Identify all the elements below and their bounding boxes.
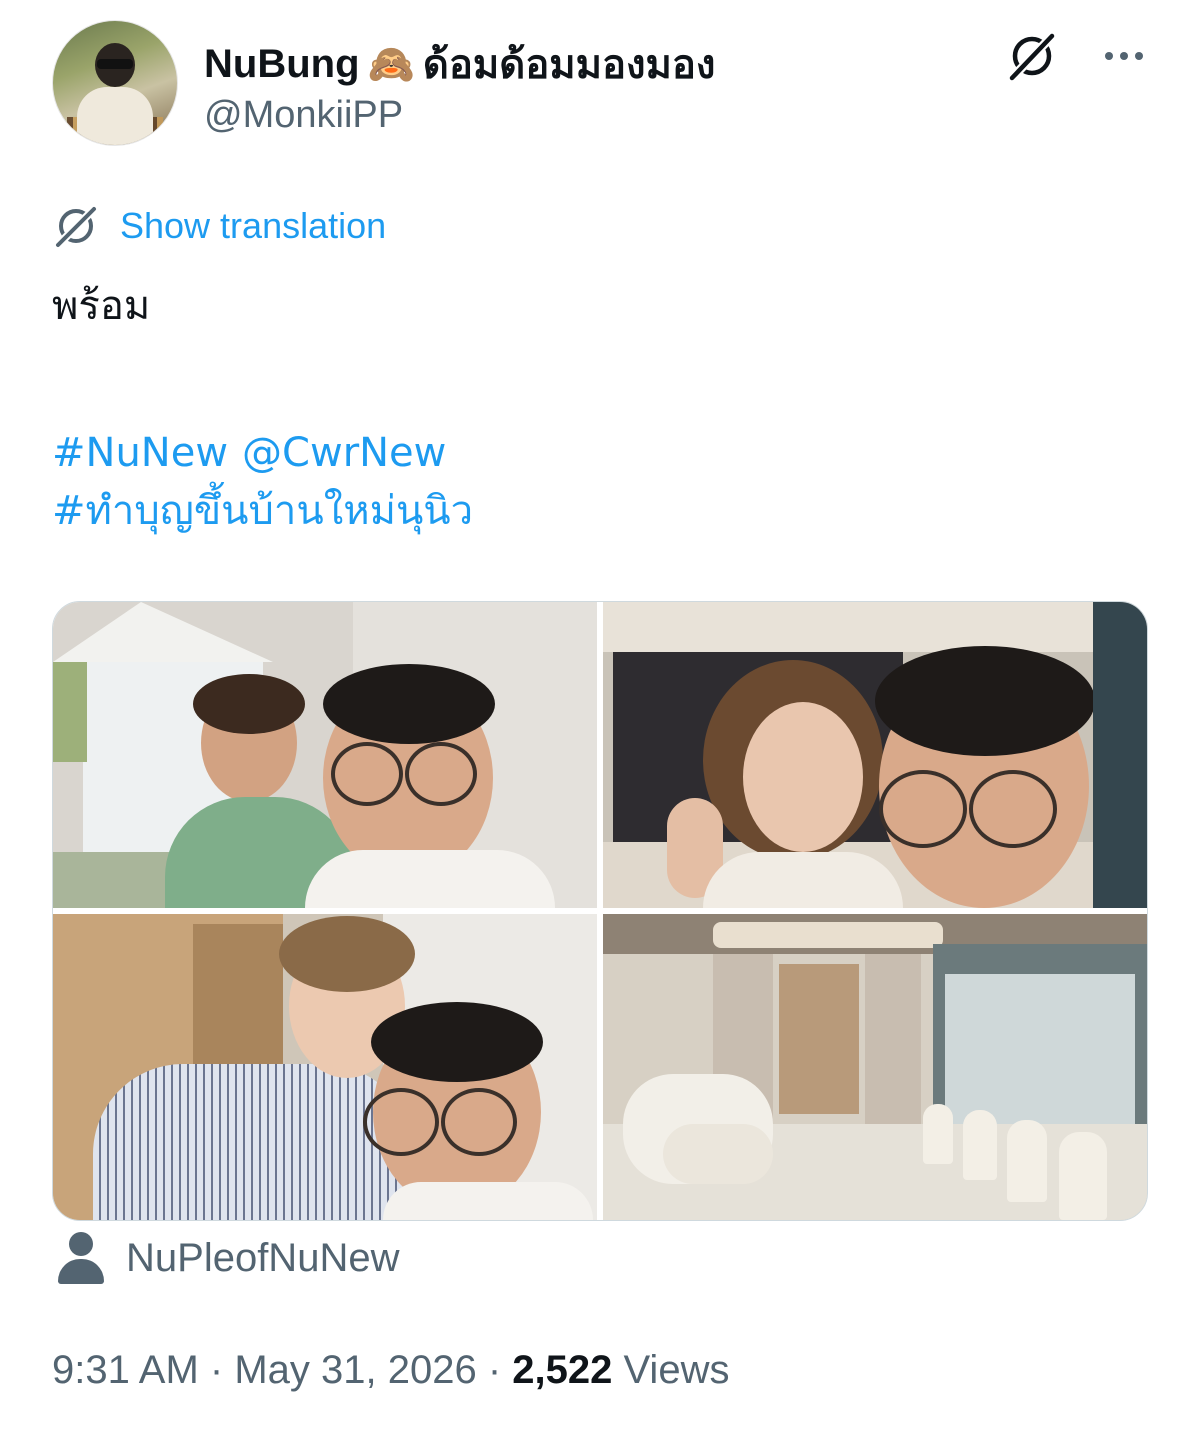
photo-wall-dark (1093, 602, 1147, 908)
photo-tent (53, 602, 273, 662)
photo-offering-seat (963, 1110, 997, 1180)
avatar[interactable] (52, 20, 178, 146)
tweet-tags: #NuNew @CwrNew #ทำบุญขึ้นบ้านใหม่นุนิว (52, 424, 1152, 540)
photo-shelf (779, 964, 859, 1114)
photo-offering-seat (923, 1104, 953, 1164)
photo-ceiling-light (713, 922, 943, 948)
photo-3[interactable] (53, 914, 597, 1220)
hashtag-link[interactable]: #NuNew (52, 430, 228, 476)
tweet-header: NuBung 🙈 ด้อมด้อมมองมอง @MonkiiPP (52, 20, 1152, 150)
photo-woman-hair (193, 674, 305, 734)
media-grid (52, 601, 1148, 1221)
photo-curtain (865, 954, 921, 1134)
community-link[interactable]: NuPleofNuNew (56, 1232, 399, 1284)
photo-man-glasses (331, 742, 403, 806)
mention-link[interactable]: @CwrNew (242, 430, 446, 476)
photo-young-man-hair (279, 916, 415, 992)
grok-icon[interactable] (1004, 28, 1060, 84)
person-icon-body (58, 1259, 104, 1284)
meta-separator: · (476, 1348, 513, 1392)
photo-older-man-hair (875, 646, 1095, 756)
tweet-time[interactable]: 9:31 AM (52, 1348, 199, 1392)
photo-young-man-face (743, 702, 863, 852)
meta-separator: · (198, 1348, 235, 1392)
display-name[interactable]: NuBung 🙈 ด้อมด้อมมองมอง (204, 32, 715, 96)
person-icon-head (69, 1232, 93, 1256)
views-count: 2,522 (512, 1348, 613, 1392)
photo-man-shirt (305, 850, 555, 908)
show-translation-button[interactable]: Show translation (52, 202, 386, 250)
community-name: NuPleofNuNew (126, 1235, 400, 1280)
photo-ottoman (663, 1124, 773, 1184)
hashtag-link[interactable]: #ทำบุญขึ้นบ้านใหม่นุนิว (52, 488, 473, 534)
dot (1135, 52, 1143, 60)
photo-older-man-glasses (879, 770, 967, 848)
tag-line-1: #NuNew @CwrNew (52, 424, 1152, 482)
see-no-evil-monkey-icon: 🙈 (367, 41, 415, 86)
photo-older-man-hair (371, 1002, 543, 1082)
photo-older-man-shirt (383, 1182, 593, 1220)
views-label: Views (612, 1348, 730, 1392)
photo-man-hair (323, 664, 495, 744)
photo-4[interactable] (603, 914, 1147, 1220)
grok-icon (54, 205, 98, 249)
tweet-date[interactable]: May 31, 2026 (234, 1348, 476, 1392)
photo-man-glasses (405, 742, 477, 806)
photo-1[interactable] (53, 602, 597, 908)
photo-offering-seat (1007, 1120, 1047, 1202)
photo-offering-seat (1059, 1132, 1107, 1220)
dot (1120, 52, 1128, 60)
display-name-suffix: ด้อมด้อมมองมอง (422, 43, 716, 87)
photo-window-glass (945, 974, 1135, 1124)
photo-older-man-glasses (363, 1088, 439, 1156)
photo-2[interactable] (603, 602, 1147, 908)
photo-garden (53, 662, 87, 762)
avatar-sunglasses (97, 59, 133, 69)
photo-older-man-glasses (969, 770, 1057, 848)
photo-striped-shirt (93, 1064, 413, 1220)
dot (1105, 52, 1113, 60)
show-translation-label: Show translation (120, 205, 387, 246)
tweet-text: พร้อม (52, 283, 151, 329)
person-icon (56, 1232, 106, 1284)
tweet-meta: 9:31 AM · May 31, 2026 · 2,522 Views (52, 1348, 729, 1393)
user-handle[interactable]: @MonkiiPP (204, 94, 403, 137)
photo-ceiling (603, 602, 1147, 652)
display-name-text: NuBung (204, 41, 360, 86)
avatar-shirt (77, 87, 153, 145)
photo-older-man-glasses (441, 1088, 517, 1156)
more-dots-icon[interactable] (1096, 42, 1152, 70)
photo-young-man-shirt (703, 852, 903, 908)
tag-line-2: #ทำบุญขึ้นบ้านใหม่นุนิว (52, 482, 1152, 540)
